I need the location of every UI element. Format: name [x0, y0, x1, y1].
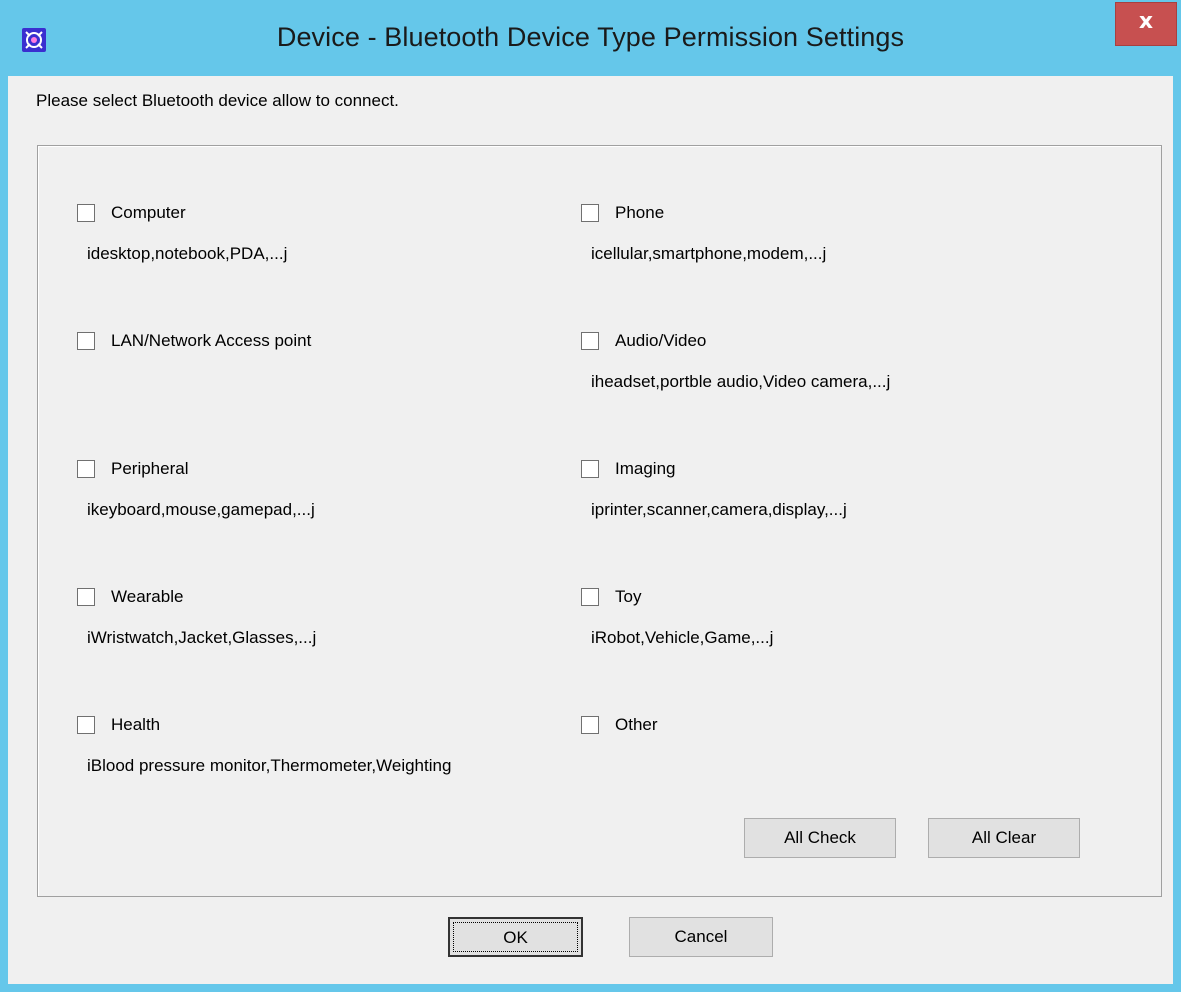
dialog-window: Device - Bluetooth Device Type Permissio… [0, 0, 1181, 992]
wearable-label: Wearable [111, 587, 184, 606]
health-checkbox[interactable] [77, 716, 95, 734]
imaging-checkbox[interactable] [581, 460, 599, 478]
all-check-label: All Check [784, 828, 856, 847]
wearable-desc: iWristwatch,Jacket,Glasses,...j [87, 628, 317, 647]
instruction-text: Please select Bluetooth device allow to … [36, 91, 399, 110]
phone-label: Phone [615, 203, 665, 222]
toy-label: Toy [615, 587, 642, 606]
close-button[interactable]: x [1115, 2, 1177, 46]
other-checkbox[interactable] [581, 716, 599, 734]
audio-video-label: Audio/Video [615, 331, 707, 350]
ok-button[interactable]: OK [448, 917, 583, 957]
title-bar[interactable]: Device - Bluetooth Device Type Permissio… [0, 0, 1181, 76]
window-title: Device - Bluetooth Device Type Permissio… [276, 22, 905, 52]
computer-label: Computer [111, 203, 186, 222]
health-desc: iBlood pressure monitor,Thermometer,Weig… [87, 756, 452, 775]
computer-checkbox[interactable] [77, 204, 95, 222]
device-type-group: Computer idesktop,notebook,PDA,...j LAN/… [37, 145, 1162, 897]
dialog-client-area: Please select Bluetooth device allow to … [8, 76, 1173, 984]
phone-desc: icellular,smartphone,modem,...j [591, 244, 827, 263]
peripheral-label: Peripheral [111, 459, 189, 478]
computer-desc: idesktop,notebook,PDA,...j [87, 244, 288, 263]
lan-checkbox[interactable] [77, 332, 95, 350]
lan-label: LAN/Network Access point [111, 331, 312, 350]
phone-checkbox[interactable] [581, 204, 599, 222]
ok-label: OK [503, 928, 528, 947]
audio-video-desc: iheadset,portble audio,Video camera,...j [591, 372, 891, 391]
cancel-button[interactable]: Cancel [629, 917, 773, 957]
imaging-desc: iprinter,scanner,camera,display,...j [591, 500, 847, 519]
other-label: Other [615, 715, 658, 734]
peripheral-checkbox[interactable] [77, 460, 95, 478]
all-check-button[interactable]: All Check [744, 818, 896, 858]
peripheral-desc: ikeyboard,mouse,gamepad,...j [87, 500, 315, 519]
toy-desc: iRobot,Vehicle,Game,...j [591, 628, 774, 647]
health-label: Health [111, 715, 161, 734]
wearable-checkbox[interactable] [77, 588, 95, 606]
toy-checkbox[interactable] [581, 588, 599, 606]
imaging-label: Imaging [615, 459, 676, 478]
close-icon: x [1138, 9, 1154, 34]
cancel-label: Cancel [674, 927, 728, 946]
audio-video-checkbox[interactable] [581, 332, 599, 350]
all-clear-button[interactable]: All Clear [928, 818, 1080, 858]
all-clear-label: All Clear [971, 828, 1037, 847]
